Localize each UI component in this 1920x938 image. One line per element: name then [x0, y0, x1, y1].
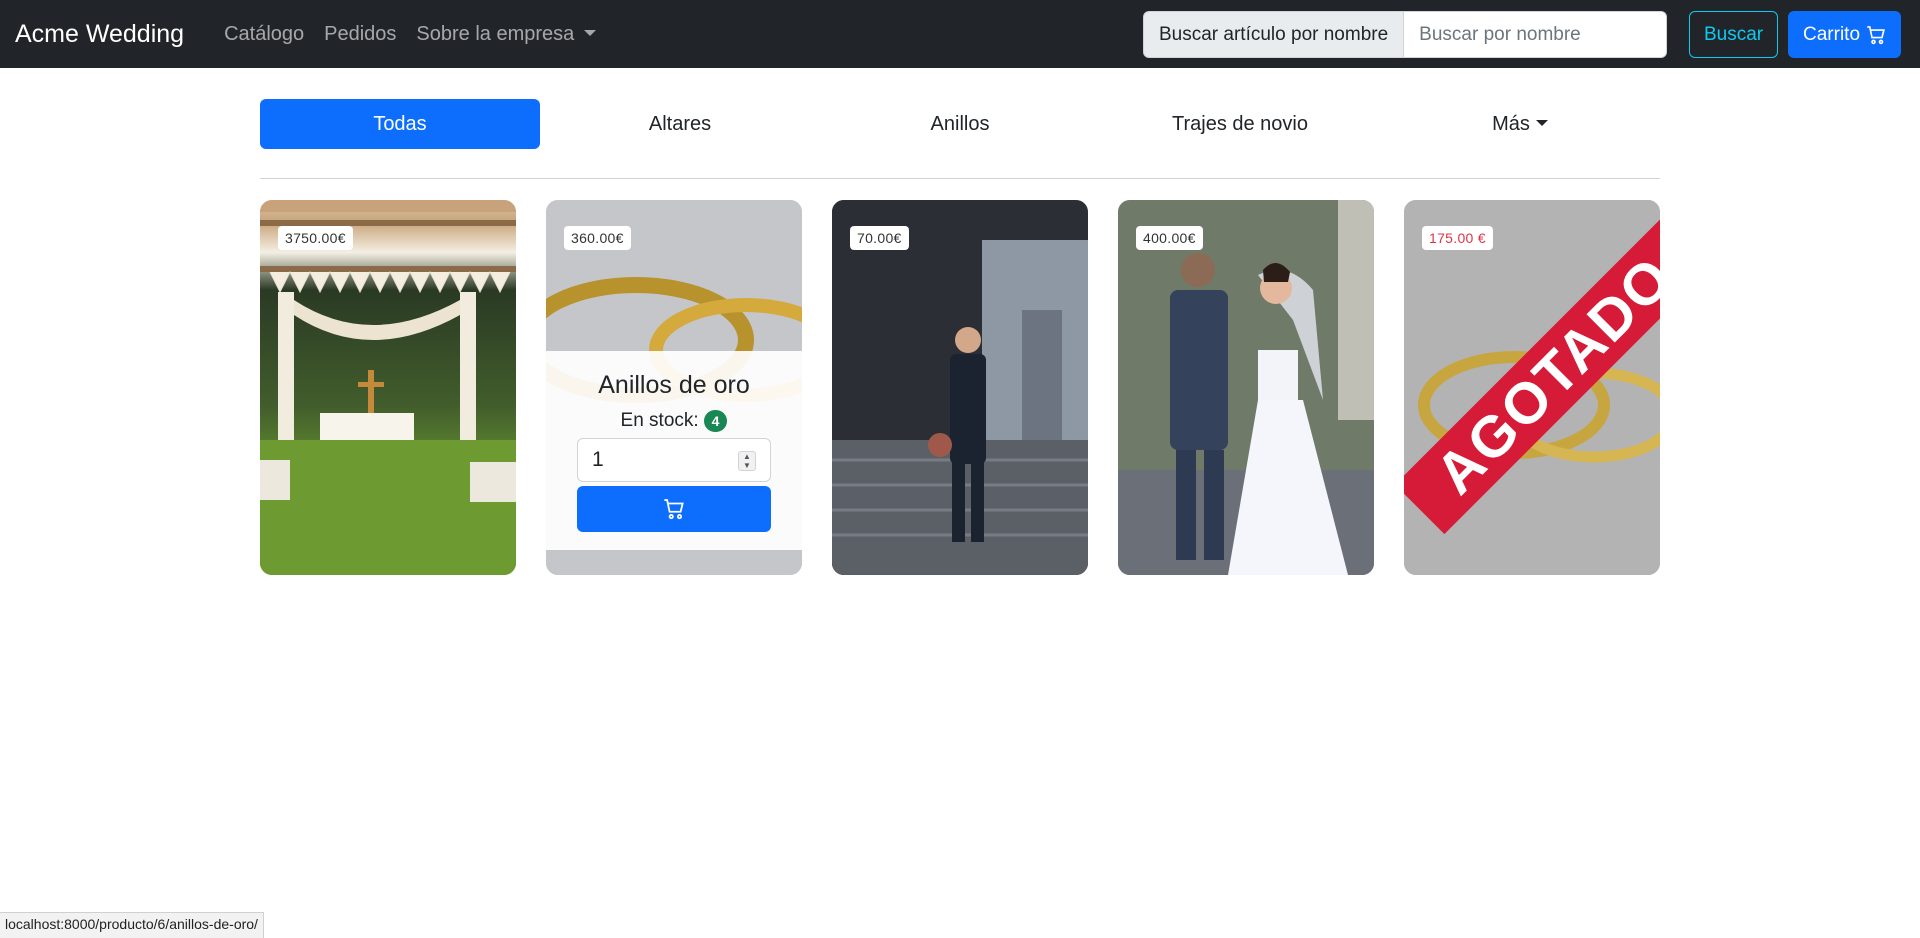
price-badge: 3750.00€	[278, 226, 353, 250]
tab-altares[interactable]: Altares	[540, 99, 820, 149]
category-tabs: Todas Altares Anillos Trajes de novio Má…	[260, 99, 1660, 149]
nav-catalogo[interactable]: Catálogo	[224, 23, 304, 46]
search-input[interactable]	[1404, 11, 1668, 58]
product-card-anillos-de-oro[interactable]: 360.00€ Anillos de oro En stock: 4 1 ▲ ▼	[546, 200, 802, 575]
product-card-agotado[interactable]: 175.00 € AGOTADO	[1404, 200, 1660, 575]
bride-image	[1118, 200, 1374, 575]
product-card-vestido-novia[interactable]: 400.00€	[1118, 200, 1374, 575]
cart-icon	[1867, 25, 1885, 44]
price-badge: 175.00 €	[1422, 226, 1493, 250]
chevron-down-icon[interactable]: ▼	[743, 461, 751, 470]
browser-status-url: localhost:8000/producto/6/anillos-de-oro…	[0, 912, 264, 938]
quantity-input[interactable]: 1 ▲ ▼	[577, 438, 771, 482]
product-name: Anillos de oro	[598, 371, 750, 399]
quantity-value: 1	[592, 448, 604, 471]
chevron-up-icon[interactable]: ▲	[743, 452, 751, 461]
price-badge: 400.00€	[1136, 226, 1203, 250]
stock-count-badge: 4	[703, 410, 728, 432]
divider	[260, 178, 1660, 179]
product-hover-panel: Anillos de oro En stock: 4 1 ▲ ▼	[546, 351, 802, 550]
tab-todas[interactable]: Todas	[260, 99, 540, 149]
product-card-traje-novio[interactable]: 70.00€	[832, 200, 1088, 575]
tab-trajes-de-novio[interactable]: Trajes de novio	[1100, 99, 1380, 149]
price-badge: 360.00€	[564, 226, 631, 250]
add-to-cart-button[interactable]	[577, 486, 771, 532]
quantity-stepper[interactable]: ▲ ▼	[738, 451, 756, 471]
tab-anillos[interactable]: Anillos	[820, 99, 1100, 149]
search-group: Buscar artículo por nombre	[1143, 11, 1668, 58]
nav-pedidos[interactable]: Pedidos	[324, 23, 396, 46]
cart-button[interactable]: Carrito	[1788, 11, 1902, 58]
cart-icon	[664, 499, 684, 520]
tab-mas-dropdown[interactable]: Más	[1380, 99, 1660, 149]
cart-button-label: Carrito	[1803, 23, 1861, 45]
search-button[interactable]: Buscar	[1689, 11, 1779, 58]
groom-image	[832, 200, 1088, 575]
stock-label: En stock:	[620, 410, 699, 431]
search-prefix-label: Buscar artículo por nombre	[1143, 11, 1405, 58]
price-badge: 70.00€	[850, 226, 909, 250]
brand-link[interactable]: Acme Wedding	[15, 20, 184, 49]
nav-sobre-empresa-dropdown[interactable]: Sobre la empresa	[416, 23, 596, 46]
product-card-altar[interactable]: 3750.00€	[260, 200, 516, 575]
altar-image	[260, 200, 516, 575]
stock-row: En stock: 4	[621, 410, 728, 432]
